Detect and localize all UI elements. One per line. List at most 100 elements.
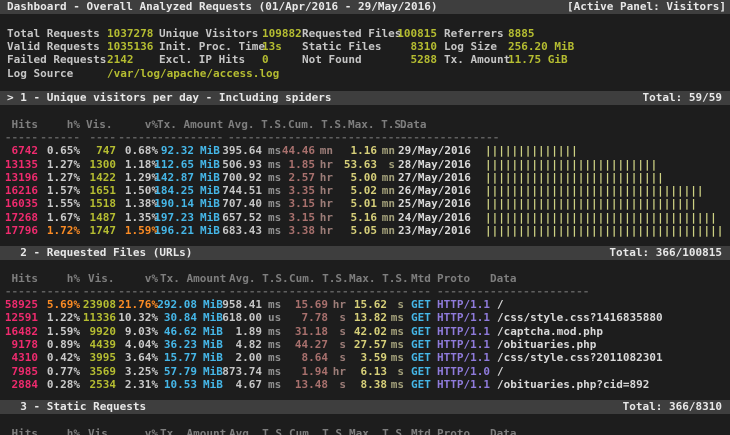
request-row[interactable]: 589255.69%2390821.76%292.08MiB958.41ms15…: [0, 298, 730, 311]
column-header: Cum. T.S.: [289, 272, 349, 285]
cell-tx: 184.25: [154, 184, 194, 197]
cell-tx: 15.77: [164, 351, 197, 364]
cell-cum: 3.35: [289, 184, 316, 197]
column-header: Cum. T.S.: [289, 427, 349, 435]
cell-bar: ||||||||||||||||||||||||||||||||: [485, 197, 697, 210]
cell-tx-unit: MiB: [200, 158, 220, 171]
summary-label: Valid Requests: [7, 40, 100, 53]
request-row[interactable]: 79850.77%35693.25%57.79MiB873.74ms1.94hr…: [0, 365, 730, 378]
cell-max: 13.82: [354, 311, 387, 324]
summary-row: Valid Requests1035136Init. Proc. Time13s…: [0, 40, 730, 53]
cell-bar: ||||||||||||||||||||||||||: [485, 158, 657, 171]
cell-tx: 292.08: [157, 298, 197, 311]
cell-cum-unit: hr: [320, 211, 333, 224]
cell-tx-unit: MiB: [200, 224, 220, 237]
request-row[interactable]: 28840.28%25342.31%10.53MiB4.67ms13.48s8.…: [0, 378, 730, 391]
cell-avg: 744.51: [222, 184, 262, 197]
cell-max-unit: s: [397, 298, 404, 311]
column-header: Cum. T.S.: [288, 118, 348, 131]
summary-value: 2142: [107, 53, 134, 66]
request-row[interactable]: 91780.89%44394.04%36.23MiB4.82ms44.27s27…: [0, 338, 730, 351]
cell-data: 26/May/2016: [398, 184, 471, 197]
column-header: Max. T.S.: [349, 272, 409, 285]
cell-bar: |||||||||||||||||||||||||||||||||: [485, 184, 704, 197]
cell-vis: 747: [96, 144, 116, 157]
cell-hits: 17796: [5, 224, 38, 237]
visitor-row[interactable]: 160351.55%15181.38%190.14MiB707.40ms3.15…: [0, 197, 730, 210]
cell-hits: 4310: [12, 351, 39, 364]
column-header: Tx. Amount: [157, 118, 223, 131]
cell-max: 5.01: [351, 197, 378, 210]
cell-cum-unit: mn: [320, 144, 333, 157]
column-header: v%: [145, 272, 158, 285]
summary-label: Referrers: [444, 27, 504, 40]
cell-vis: 1747: [90, 224, 117, 237]
cell-cum-unit: s: [339, 338, 346, 351]
cell-vis: 3569: [90, 365, 117, 378]
cell-vpct: 3.64%: [125, 351, 158, 364]
cell-tx-unit: MiB: [203, 338, 223, 351]
cell-cum-unit: hr: [320, 171, 333, 184]
cell-avg-unit: ms: [268, 365, 281, 378]
cell-avg-unit: ms: [268, 338, 281, 351]
cell-cum: 31.18: [295, 325, 328, 338]
column-header: Vis.: [88, 272, 115, 285]
cell-data: /captcha.mod.php: [497, 325, 603, 338]
summary-label: Unique Visitors: [159, 27, 258, 40]
summary-label: Log Size: [444, 40, 497, 53]
column-header: Avg. T.S.: [229, 427, 289, 435]
cell-max: 5.16: [351, 211, 378, 224]
cell-max-unit: ms: [391, 325, 404, 338]
dash-group: ----: [90, 131, 117, 144]
dash-group: ---------: [228, 131, 288, 144]
visitor-row[interactable]: 131961.27%14221.29%142.87MiB700.92ms2.57…: [0, 171, 730, 184]
header-divider: ----------------------------------------…: [0, 131, 730, 144]
visitor-row[interactable]: 162161.57%16511.50%184.25MiB744.51ms3.35…: [0, 184, 730, 197]
visitor-row[interactable]: 67420.65%7470.68%92.32MiB395.64ms44.46mn…: [0, 144, 730, 157]
cell-vis: 2534: [90, 378, 117, 391]
cell-vpct: 9.03%: [125, 325, 158, 338]
cell-tx: 46.62: [164, 325, 197, 338]
summary-label: Init. Proc. Time: [159, 40, 265, 53]
panel-title: > 1 - Unique visitors per day - Includin…: [7, 91, 332, 105]
cell-cum-unit: s: [339, 325, 346, 338]
cell-max-unit: ms: [391, 338, 404, 351]
visitor-row[interactable]: 177961.72%17471.59%196.21MiB683.43ms3.38…: [0, 224, 730, 237]
cell-vis: 4439: [90, 338, 117, 351]
dash-group: ------: [118, 131, 158, 144]
cell-hits: 16216: [5, 184, 38, 197]
column-header: Hits: [12, 272, 39, 285]
panel-header-1[interactable]: > 1 - Unique visitors per day - Includin…: [0, 91, 730, 105]
cell-avg-unit: ms: [268, 298, 281, 311]
panel-header-2[interactable]: 2 - Requested Files (URLs)Total: 366/100…: [0, 246, 730, 260]
cell-mtd: GET: [411, 365, 431, 378]
summary-label: Excl. IP Hits: [159, 53, 245, 66]
cell-hits: 9178: [12, 338, 39, 351]
cell-avg-unit: ms: [268, 224, 281, 237]
column-header: Vis.: [86, 118, 113, 131]
cell-vis: 1300: [90, 158, 117, 171]
column-header: Tx. Amount: [160, 272, 226, 285]
request-row[interactable]: 43100.42%39953.64%15.77MiB2.00ms8.64s3.5…: [0, 351, 730, 364]
cell-data: /css/style.css?2011082301: [497, 351, 663, 364]
cell-max: 3.59: [361, 351, 388, 364]
summary-label: Static Files: [302, 40, 381, 53]
cell-hpct: 1.22%: [47, 311, 80, 324]
cell-bar: ||||||||||||||: [485, 144, 578, 157]
column-headers: Hitsh%Vis.v%Tx. AmountAvg. T.S.Cum. T.S.…: [0, 272, 730, 285]
column-header: Proto: [437, 272, 470, 285]
visitor-row[interactable]: 131351.27%13001.18%112.65MiB506.93ms1.85…: [0, 158, 730, 171]
request-row[interactable]: 164821.59%99209.03%46.62MiB1.89ms31.18s4…: [0, 325, 730, 338]
summary-value: 8885: [508, 27, 535, 40]
column-header: Proto: [437, 427, 470, 435]
cell-hits: 17268: [5, 211, 38, 224]
request-row[interactable]: 125911.22%1133610.32%30.84MiB618.00us7.7…: [0, 311, 730, 324]
cell-tx: 190.14: [154, 197, 194, 210]
cell-tx: 10.53: [164, 378, 197, 391]
dash-group: ----------: [160, 285, 226, 298]
visitor-row[interactable]: 172681.67%14871.35%197.23MiB657.52ms3.15…: [0, 211, 730, 224]
cell-proto: HTTP/1.1: [437, 378, 490, 391]
panel-header-3[interactable]: 3 - Static RequestsTotal: 366/8310: [0, 400, 730, 414]
dash-group: ----------: [157, 131, 223, 144]
cell-tx-unit: MiB: [203, 311, 223, 324]
